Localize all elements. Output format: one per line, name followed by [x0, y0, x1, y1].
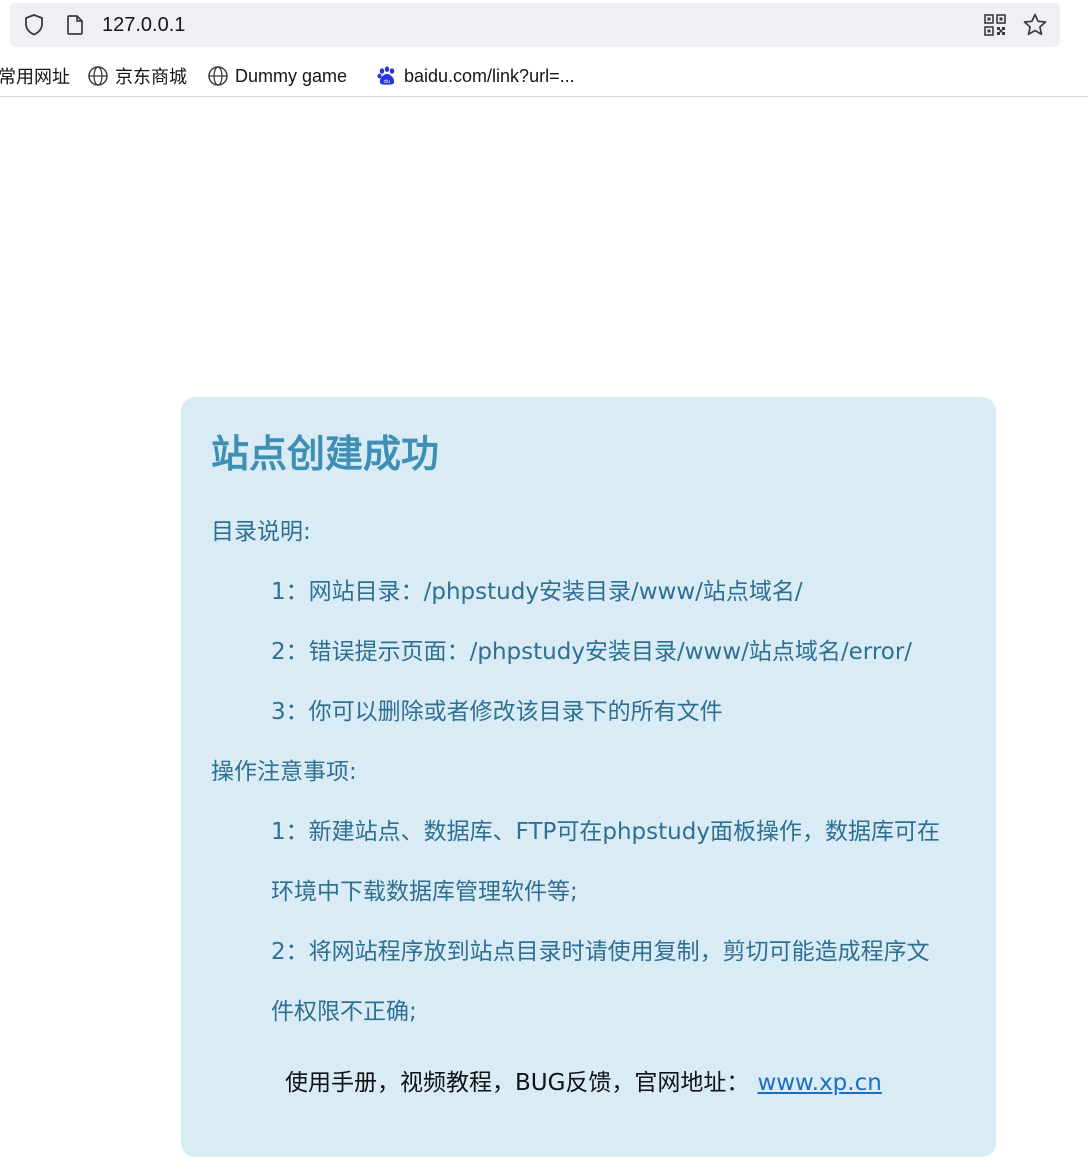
notes-item: 1：新建站点、数据库、FTP可在phpstudy面板操作，数据库可在: [271, 819, 940, 845]
bookmark-label: 常用网址: [0, 67, 70, 87]
directory-item: 3：你可以删除或者修改该目录下的所有文件: [271, 699, 723, 725]
globe-icon: [88, 66, 108, 86]
bookmark-label: Dummy game: [235, 65, 348, 86]
bookmarks-toolbar: 常用网址 京东商城 Dummy game du baidu.com/link?u…: [0, 57, 1088, 97]
notes-item: 件权限不正确;: [271, 999, 417, 1025]
bookmark-dummy-game[interactable]: Dummy game: [207, 63, 347, 89]
directory-item: 2：错误提示页面：/phpstudy安装目录/www/站点域名/error/: [271, 639, 913, 665]
address-bar[interactable]: 127.0.0.1: [10, 3, 1060, 47]
url-text[interactable]: 127.0.0.1: [102, 13, 185, 37]
official-site-link[interactable]: www.xp.cn: [757, 1070, 881, 1096]
footer-links: 使用手册，视频教程，BUG反馈，官网地址： www.xp.cn: [285, 1068, 882, 1098]
bookmark-jd[interactable]: 京东商城: [87, 63, 187, 89]
bookmark-baidu-link[interactable]: du baidu.com/link?url=...: [376, 63, 575, 89]
bookmark-star-icon[interactable]: [1022, 12, 1048, 38]
section-heading-directory: 目录说明:: [211, 519, 311, 545]
shield-icon[interactable]: [22, 13, 46, 37]
bookmark-label: 京东商城: [115, 67, 187, 87]
baidu-paw-icon: du: [377, 66, 395, 85]
globe-icon: [208, 66, 228, 86]
footer-text: 使用手册，视频教程，BUG反馈，官网地址：: [285, 1070, 750, 1096]
svg-text:du: du: [384, 79, 391, 85]
bookmark-label: baidu.com/link?url=...: [404, 65, 575, 86]
notes-item: 2：将网站程序放到站点目录时请使用复制，剪切可能造成程序文: [271, 939, 930, 965]
page-icon: [67, 15, 83, 35]
bookmark-common-sites[interactable]: 常用网址: [0, 63, 70, 89]
qr-code-icon[interactable]: [983, 13, 1007, 37]
page-title: 站点创建成功: [211, 432, 440, 476]
section-heading-notes: 操作注意事项:: [211, 759, 357, 785]
directory-item: 1：网站目录：/phpstudy安装目录/www/站点域名/: [271, 579, 803, 605]
notes-item: 环境中下载数据库管理软件等;: [271, 879, 578, 905]
site-created-card: 站点创建成功 目录说明: 1：网站目录：/phpstudy安装目录/www/站点…: [181, 397, 996, 1157]
